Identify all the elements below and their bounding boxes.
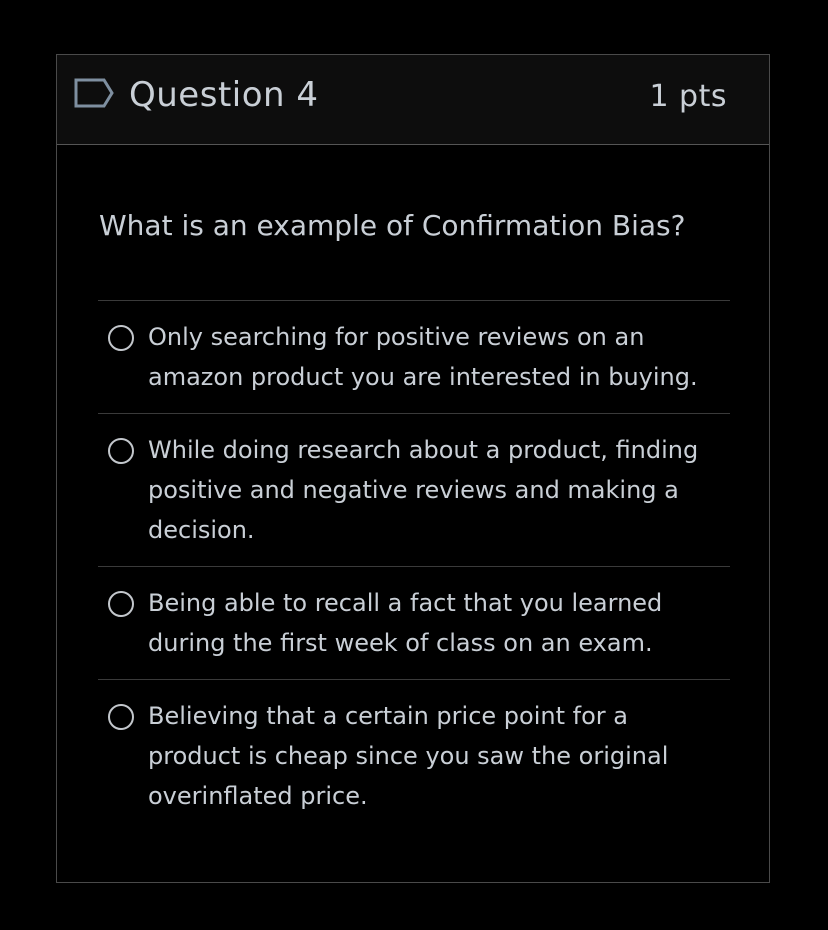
answer-line: Being able to recall a fact that you lea… <box>148 589 663 617</box>
answer-label: Believing that a certain price point for… <box>148 696 708 816</box>
answer-option-3[interactable]: Being able to recall a fact that you lea… <box>98 566 730 679</box>
answer-line: overinflated price. <box>148 782 368 810</box>
answer-label: While doing research about a product, fi… <box>148 430 708 550</box>
answer-line: decision. <box>148 516 255 544</box>
radio-button[interactable] <box>108 591 134 617</box>
question-card: Question 4 1 pts What is an example of C… <box>56 54 770 883</box>
answer-line: Only searching for positive reviews on a… <box>148 323 645 351</box>
answer-option-1[interactable]: Only searching for positive reviews on a… <box>98 300 730 413</box>
question-prompt: What is an example of Confirmation Bias? <box>99 209 686 242</box>
answer-line: positive and negative reviews and making… <box>148 476 679 504</box>
answer-line: during the first week of class on an exa… <box>148 629 653 657</box>
answer-list: Only searching for positive reviews on a… <box>98 300 730 832</box>
answer-option-4[interactable]: Believing that a certain price point for… <box>98 679 730 832</box>
question-title: Question 4 <box>129 75 319 115</box>
answer-line: amazon product you are interested in buy… <box>148 363 698 391</box>
bookmark-flag-icon[interactable] <box>73 77 115 109</box>
answer-line: product is cheap since you saw the origi… <box>148 742 669 770</box>
answer-option-2[interactable]: While doing research about a product, fi… <box>98 413 730 566</box>
answer-line: Believing that a certain price point for… <box>148 702 628 730</box>
radio-button[interactable] <box>108 704 134 730</box>
answer-label: Only searching for positive reviews on a… <box>148 317 708 397</box>
radio-button[interactable] <box>108 325 134 351</box>
radio-button[interactable] <box>108 438 134 464</box>
answer-label: Being able to recall a fact that you lea… <box>148 583 708 663</box>
question-points: 1 pts <box>649 79 727 114</box>
question-header: Question 4 1 pts <box>57 55 769 145</box>
answer-line: While doing research about a product, fi… <box>148 436 699 464</box>
